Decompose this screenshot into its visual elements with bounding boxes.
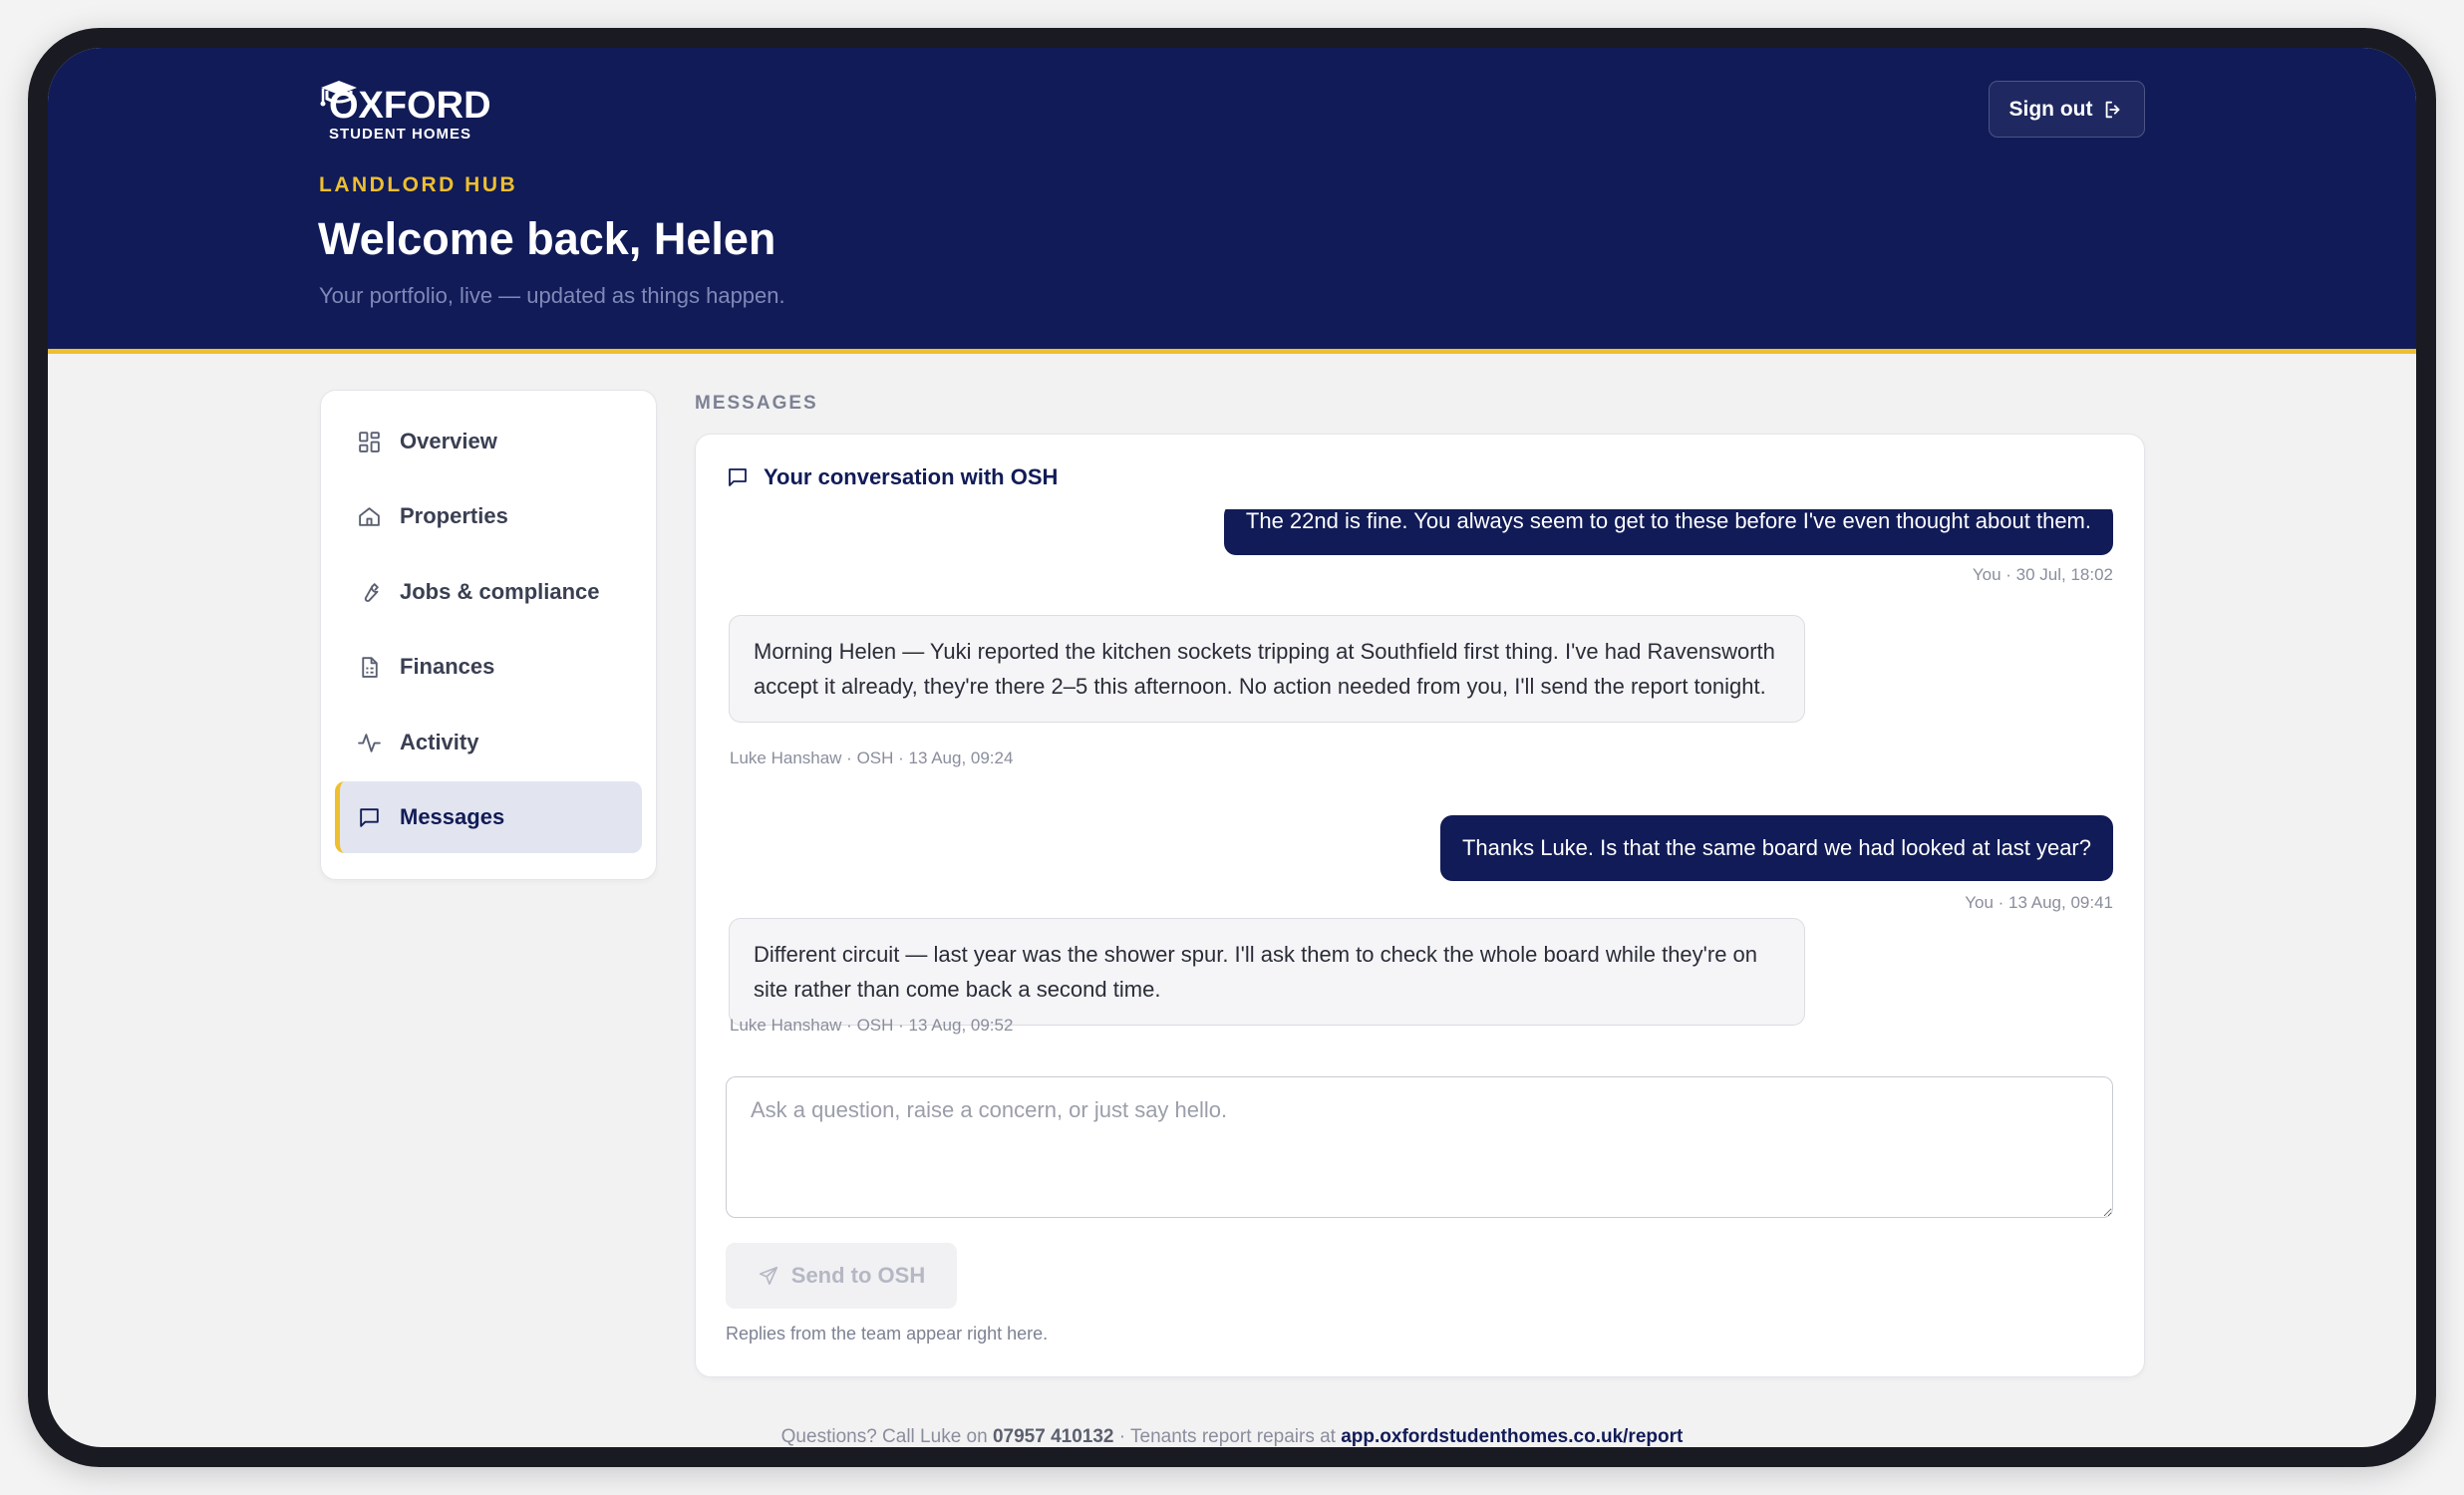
sidebar-item-jobs-compliance[interactable]: Jobs & compliance <box>335 556 642 628</box>
page-title: Welcome back, Helen <box>318 213 776 264</box>
sign-out-button[interactable]: Sign out <box>1989 81 2145 138</box>
send-button-label: Send to OSH <box>790 1263 926 1288</box>
panel-title-text: Your conversation with OSH <box>764 464 1059 489</box>
sidebar-item-label: Properties <box>400 503 508 528</box>
sidebar-item-messages[interactable]: Messages <box>335 781 642 853</box>
sidebar-item-overview[interactable]: Overview <box>335 406 642 477</box>
sign-out-label: Sign out <box>2008 97 2093 121</box>
page-header: OXFORD STUDENT HOMES LANDLORD HUB Welcom… <box>48 48 2416 354</box>
message-meta: You · 30 Jul, 18:02 <box>1972 565 2113 584</box>
footer-phone[interactable]: 07957 410132 <box>993 1426 1114 1447</box>
sidebar-item-label: Overview <box>400 429 497 453</box>
sidebar-item-label: Finances <box>400 654 495 679</box>
oxford-logo[interactable]: OXFORD STUDENT HOMES <box>317 78 496 146</box>
panel-title: Your conversation with OSH <box>726 464 1058 490</box>
footer-middle: · Tenants report repairs at <box>1113 1426 1342 1447</box>
message-bubble-incoming: Different circuit — last year was the sh… <box>729 918 1805 1026</box>
device-frame: OXFORD STUDENT HOMES LANDLORD HUB Welcom… <box>28 28 2436 1467</box>
page-subtitle: Your portfolio, live — updated as things… <box>319 283 785 308</box>
section-label: MESSAGES <box>695 393 818 414</box>
message-input[interactable] <box>726 1076 2113 1218</box>
sidebar-item-finances[interactable]: Finances <box>335 631 642 703</box>
sidebar-item-label: Jobs & compliance <box>400 579 600 604</box>
messages-panel: Your conversation with OSH The 22nd is f… <box>695 434 2145 1377</box>
message-meta: Luke Hanshaw · OSH · 13 Aug, 09:52 <box>730 1016 1014 1035</box>
send-button[interactable]: Send to OSH <box>726 1243 957 1309</box>
message-bubble-incoming: Morning Helen — Yuki reported the kitche… <box>729 615 1805 723</box>
composer-hint: Replies from the team appear right here. <box>726 1324 1049 1344</box>
footer-report-link[interactable]: app.oxfordstudenthomes.co.uk/report <box>1341 1426 1683 1447</box>
sidebar-item-label: Activity <box>400 730 479 754</box>
message-meta: Luke Hanshaw · OSH · 13 Aug, 09:24 <box>730 748 1014 767</box>
message-meta: You · 13 Aug, 09:41 <box>1965 893 2113 912</box>
sign-out-icon <box>2106 101 2120 118</box>
send-icon <box>759 1266 777 1286</box>
page-footer: Questions? Call Luke on 07957 410132 · T… <box>48 1426 2416 1447</box>
message-thread[interactable]: The 22nd is fine. You always seem to get… <box>696 509 2144 1062</box>
sidebar-item-properties[interactable]: Properties <box>335 480 642 552</box>
message-bubble-outgoing: The 22nd is fine. You always seem to get… <box>1223 509 2113 555</box>
message-bubble-outgoing: Thanks Luke. Is that the same board we h… <box>1439 815 2113 881</box>
sidebar-nav: Overview Properties Jobs & compliance Fi… <box>320 390 657 880</box>
hub-label: LANDLORD HUB <box>319 173 518 196</box>
footer-prefix: Questions? Call Luke on <box>780 1426 993 1447</box>
chat-icon <box>360 807 379 827</box>
activity-icon <box>358 733 381 752</box>
wrench-icon <box>364 582 379 602</box>
logo-subtext: STUDENT HOMES <box>329 126 472 143</box>
sidebar-item-activity[interactable]: Activity <box>335 707 642 778</box>
document-icon <box>362 656 378 678</box>
sidebar-item-label: Messages <box>400 804 505 829</box>
app-screen: OXFORD STUDENT HOMES LANDLORD HUB Welcom… <box>48 48 2416 1447</box>
grid-icon <box>359 431 380 452</box>
logo-wordmark: OXFORD <box>329 85 491 127</box>
home-icon <box>359 506 380 526</box>
chat-icon <box>729 468 747 486</box>
